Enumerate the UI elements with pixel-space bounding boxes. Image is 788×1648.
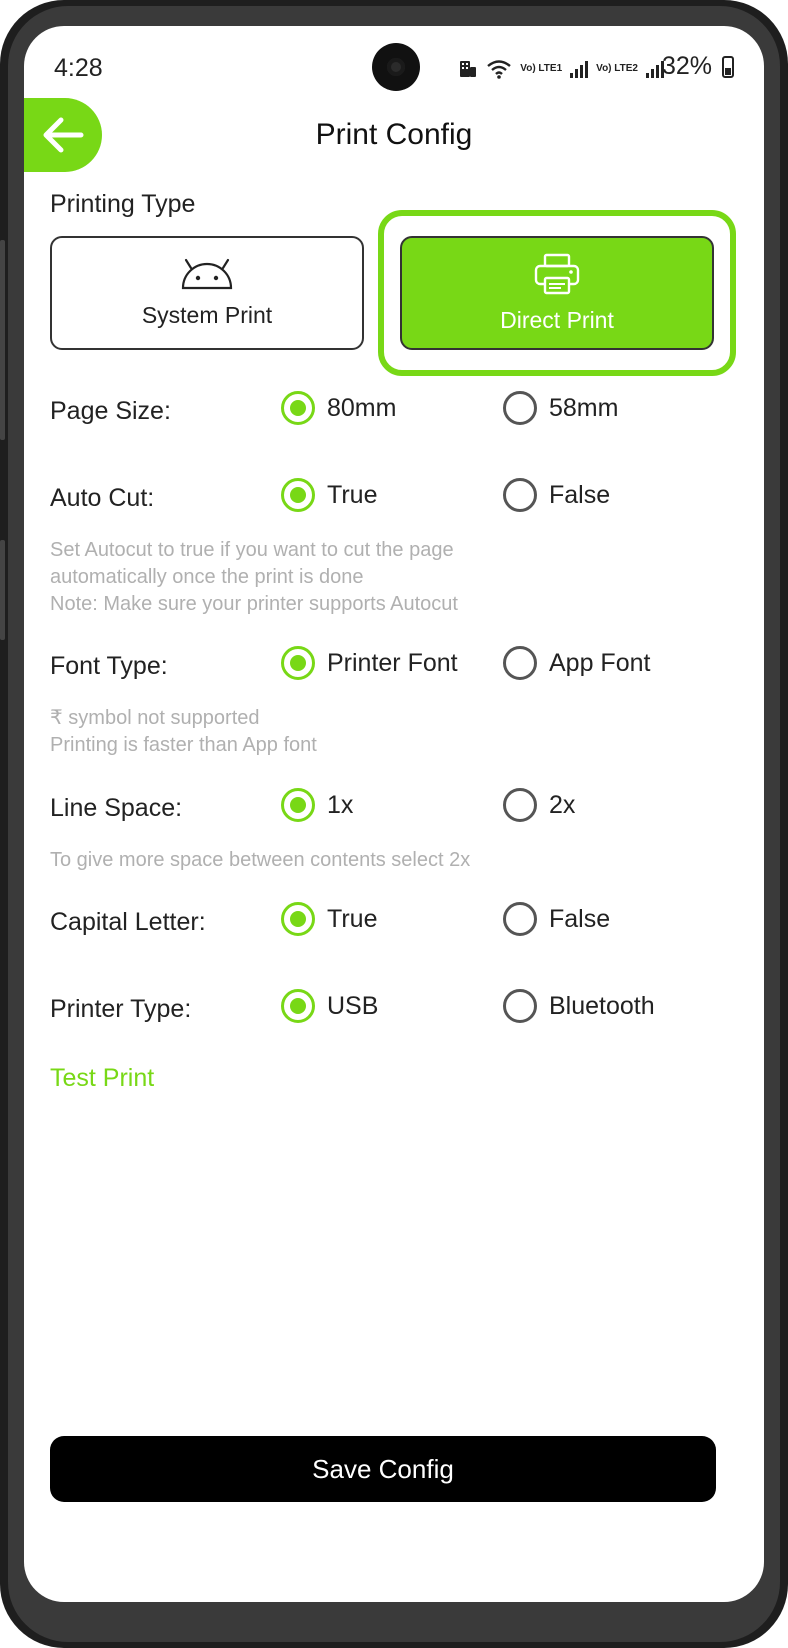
- save-config-button[interactable]: Save Config: [50, 1436, 716, 1502]
- capital-letter-row: Capital Letter: True False: [50, 902, 740, 942]
- radio-unchecked-icon: [503, 391, 537, 425]
- phone-frame: 4:28 Vo) LTE1 Vo) LTE2 32% Print Config …: [0, 0, 788, 1648]
- radio-checked-icon: [281, 478, 315, 512]
- printer-type-row: Printer Type: USB Bluetooth: [50, 989, 740, 1029]
- wifi-icon: [487, 60, 512, 79]
- radio-unchecked-icon: [503, 478, 537, 512]
- page-title: Print Config: [315, 118, 473, 151]
- radio-unchecked-icon: [503, 788, 537, 822]
- radio-unchecked-icon: [503, 989, 537, 1023]
- radio-checked-icon: [281, 788, 315, 822]
- printer-icon: [534, 253, 580, 294]
- line-space-label: Line Space:: [50, 794, 183, 822]
- auto-cut-help: Set Autocut to true if you want to cut t…: [50, 537, 458, 618]
- radio-label: True: [327, 480, 378, 509]
- printer-type-bluetooth-radio[interactable]: Bluetooth: [503, 989, 655, 1023]
- auto-cut-row: Auto Cut: True False: [50, 478, 740, 518]
- line-space-help: To give more space between contents sele…: [50, 849, 471, 871]
- signal1-icon: [570, 60, 589, 78]
- auto-cut-false-radio[interactable]: False: [503, 478, 610, 512]
- font-type-printer-radio[interactable]: Printer Font: [281, 646, 458, 680]
- system-print-option[interactable]: System Print: [50, 236, 364, 350]
- notification-icon: [460, 61, 477, 77]
- font-type-app-radio[interactable]: App Font: [503, 646, 650, 680]
- radio-checked-icon: [281, 902, 315, 936]
- line-space-2x-radio[interactable]: 2x: [503, 788, 575, 822]
- battery-icon: [722, 56, 734, 78]
- direct-print-label: Direct Print: [500, 306, 614, 333]
- radio-label: 80mm: [327, 393, 397, 422]
- status-time: 4:28: [54, 54, 103, 82]
- printer-type-label: Printer Type:: [50, 995, 192, 1023]
- radio-label: 58mm: [549, 393, 619, 422]
- page-size-58mm-radio[interactable]: 58mm: [503, 391, 618, 425]
- test-print-link[interactable]: Test Print: [50, 1064, 154, 1093]
- app-screen: 4:28 Vo) LTE1 Vo) LTE2 32% Print Config …: [24, 26, 764, 1602]
- capital-letter-label: Capital Letter:: [50, 908, 206, 936]
- android-icon: [181, 258, 233, 289]
- radio-unchecked-icon: [503, 646, 537, 680]
- page-size-row: Page Size: 80mm 58mm: [50, 391, 740, 431]
- radio-checked-icon: [281, 989, 315, 1023]
- page-size-80mm-radio[interactable]: 80mm: [281, 391, 396, 425]
- font-type-row: Font Type: Printer Font App Font: [50, 646, 740, 686]
- printer-type-usb-radio[interactable]: USB: [281, 989, 378, 1023]
- help-line: ₹ symbol not supported: [50, 707, 260, 729]
- font-type-label: Font Type:: [50, 652, 168, 680]
- power-button: [0, 540, 5, 640]
- auto-cut-true-radio[interactable]: True: [281, 478, 377, 512]
- lte1-label: Vo) LTE1: [520, 63, 563, 74]
- help-line: automatically once the print is done: [50, 566, 364, 588]
- status-icons: Vo) LTE1 Vo) LTE2: [458, 56, 664, 82]
- lte2-label: Vo) LTE2: [596, 63, 638, 74]
- radio-label: App Font: [549, 648, 651, 677]
- radio-label: 2x: [549, 790, 576, 819]
- radio-label: True: [327, 904, 378, 933]
- system-print-label: System Print: [141, 301, 273, 328]
- radio-label: USB: [327, 991, 379, 1020]
- radio-unchecked-icon: [503, 902, 537, 936]
- front-camera: [372, 43, 420, 91]
- help-line: Set Autocut to true if you want to cut t…: [50, 539, 454, 561]
- battery-percent: 32%: [661, 52, 712, 80]
- page-size-label: Page Size:: [50, 397, 171, 425]
- line-space-row: Line Space: 1x 2x: [50, 788, 740, 828]
- radio-label: 1x: [327, 790, 354, 819]
- radio-label: Printer Font: [327, 648, 458, 677]
- direct-print-option[interactable]: Direct Print: [400, 236, 714, 350]
- line-space-1x-radio[interactable]: 1x: [281, 788, 353, 822]
- radio-label: False: [549, 480, 611, 509]
- radio-checked-icon: [281, 391, 315, 425]
- radio-label: Bluetooth: [549, 991, 655, 1020]
- capital-letter-true-radio[interactable]: True: [281, 902, 377, 936]
- help-line: Note: Make sure your printer supports Au…: [50, 593, 458, 615]
- printing-type-label: Printing Type: [50, 190, 196, 218]
- auto-cut-label: Auto Cut:: [50, 484, 155, 512]
- help-line: Printing is faster than App font: [50, 734, 317, 756]
- volume-button: [0, 240, 5, 440]
- font-type-help: ₹ symbol not supported Printing is faste…: [50, 705, 317, 759]
- radio-checked-icon: [281, 646, 315, 680]
- capital-letter-false-radio[interactable]: False: [503, 902, 610, 936]
- radio-label: False: [549, 904, 611, 933]
